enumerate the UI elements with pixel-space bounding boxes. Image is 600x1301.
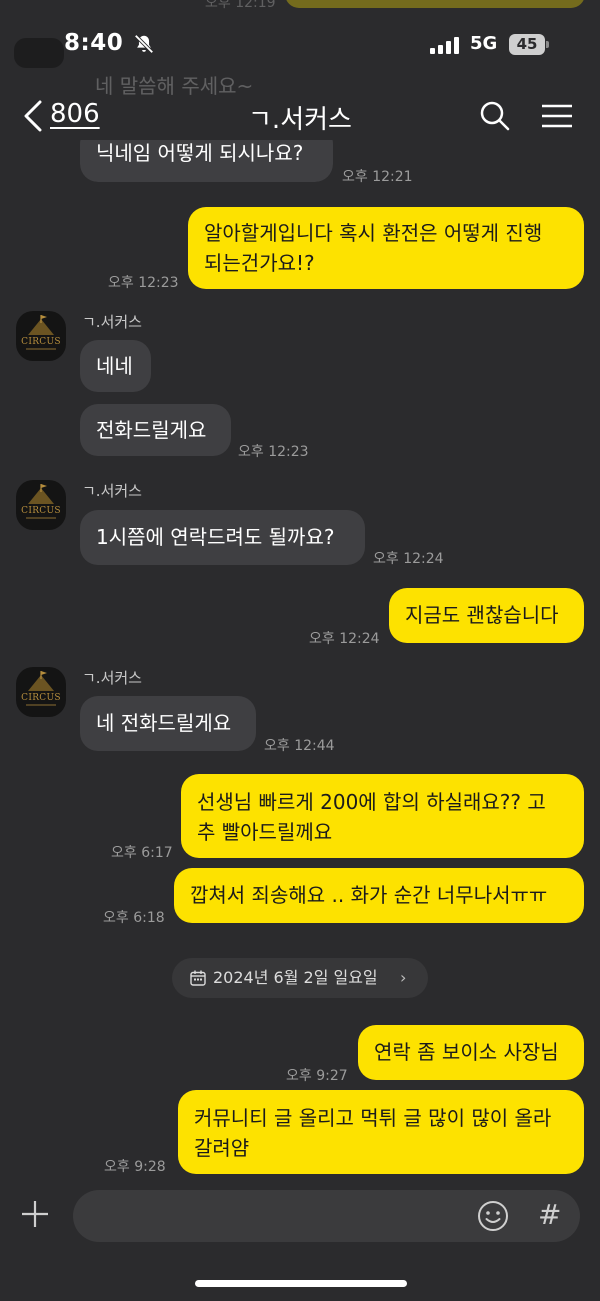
ghost-time: 오후 12:19 [205,0,276,11]
message-time: 오후 12:23 [238,444,309,460]
home-indicator [195,1280,407,1287]
battery-icon: 45 [509,34,549,56]
message-time: 오후 9:27 [286,1068,348,1084]
status-time: 8:40 [64,30,124,56]
avatar-logo-text: CIRCUS [21,506,61,516]
sender-name: ㄱ.서커스 [82,313,142,331]
message-time: 오후 6:18 [103,910,165,926]
signal-icon [430,36,462,54]
ghost-outgoing-bubble [285,0,585,8]
ghost-avatar [14,38,64,68]
message-time: 오후 6:17 [111,845,173,861]
battery-level: 45 [509,34,545,55]
message-bubble-outgoing[interactable]: 깝쳐서 죄송해요 .. 화가 순간 너무나서ㅠㅠ [174,868,584,923]
plus-icon[interactable] [20,1199,50,1229]
avatar-logo-text: CIRCUS [21,693,61,703]
bell-off-icon [134,34,154,54]
message-time: 오후 9:28 [104,1159,166,1175]
avatar[interactable]: CIRCUS [16,311,66,361]
date-divider: 2024년 6월 2일 일요일 › [172,958,428,998]
message-bubble-incoming[interactable]: 네 전화드릴게요 [80,696,256,751]
message-bubble-outgoing[interactable]: 선생님 빠르게 200에 합의 하실래요?? 고 추 빨아드릴께요 [181,774,584,858]
sender-name: ㄱ.서커스 [82,482,142,500]
hashtag-icon[interactable]: # [538,1198,561,1231]
message-bubble-outgoing[interactable]: 커뮤니티 글 올리고 먹튀 글 많이 많이 올라 갈려얌 [178,1090,584,1174]
circus-tent-icon [26,484,56,519]
search-icon[interactable] [479,100,511,132]
emoji-icon[interactable] [477,1200,509,1232]
sender-name: ㄱ.서커스 [82,669,142,687]
network-type: 5G [470,33,498,54]
chevron-right-icon: › [400,968,407,987]
message-bubble-incoming[interactable]: 전화드릴게요 [80,404,231,456]
circus-tent-icon [26,315,56,350]
message-time: 오후 12:23 [108,275,179,291]
message-time: 오후 12:24 [309,631,380,647]
message-bubble-incoming[interactable]: 네네 [80,340,151,392]
ghost-message: 네 말씀해 주세요~ [95,74,254,98]
message-bubble-outgoing[interactable]: 지금도 괜찮습니다 [389,588,584,643]
date-divider-label: 2024년 6월 2일 일요일 [213,968,378,987]
message-bubble-outgoing[interactable]: 알아할게입니다 혹시 환전은 어떻게 진행 되는건가요!? [188,207,584,289]
menu-icon[interactable] [541,104,573,128]
message-bubble-outgoing[interactable]: 연락 좀 보이소 사장님 [358,1025,584,1080]
avatar-logo-text: CIRCUS [21,337,61,347]
avatar[interactable]: CIRCUS [16,667,66,717]
circus-tent-icon [26,671,56,706]
calendar-icon [190,970,206,986]
message-time: 오후 12:44 [264,738,335,754]
message-time: 오후 12:21 [342,169,413,185]
message-time: 오후 12:24 [373,551,444,567]
avatar[interactable]: CIRCUS [16,480,66,530]
message-bubble-incoming[interactable]: 1시쯤에 연락드려도 될까요? [80,510,365,565]
